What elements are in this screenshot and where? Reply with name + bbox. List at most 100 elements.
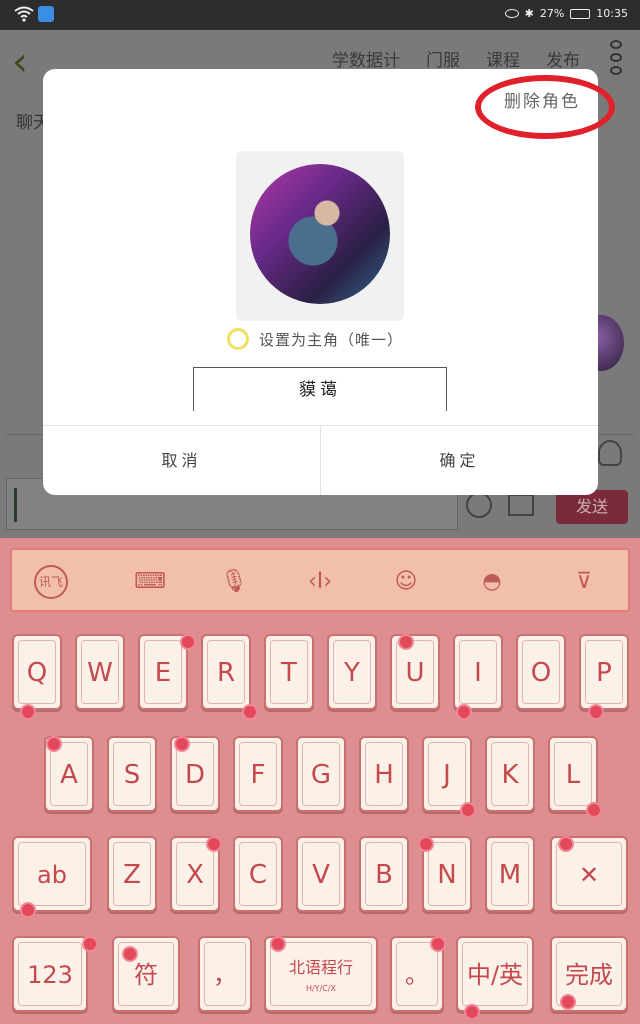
set-main-role-option[interactable]: 设置为主角（唯一） <box>227 327 403 351</box>
flower-decoration-icon <box>22 706 34 718</box>
top-nav: 学数据计 门服 课程 发布 <box>332 46 580 71</box>
key-label: H <box>374 760 394 790</box>
numbers-key[interactable]: 123 <box>12 936 88 1012</box>
key-g[interactable]: G <box>296 736 346 812</box>
flower-decoration-icon <box>462 804 474 816</box>
key-p[interactable]: P <box>579 634 629 710</box>
key-label: D <box>184 760 206 790</box>
bluetooth-icon: ✱ <box>524 7 534 20</box>
key-label: B <box>375 860 393 890</box>
symbols-key[interactable]: 符 <box>112 936 180 1012</box>
key-s[interactable]: S <box>107 736 157 812</box>
collapse-keyboard-icon[interactable]: ⊽ <box>562 560 606 604</box>
key-label: P <box>596 658 612 688</box>
key-label: 完成 <box>565 961 613 989</box>
key-label: ， <box>213 961 237 989</box>
avatar-picker[interactable] <box>236 151 404 321</box>
key-label: F <box>250 760 266 790</box>
key-u[interactable]: U <box>390 634 440 710</box>
cancel-button[interactable]: 取消 <box>43 426 320 495</box>
flower-decoration-icon <box>560 838 572 850</box>
emoji-icon[interactable]: ☺ <box>384 560 428 604</box>
key-label: N <box>437 860 457 890</box>
keyboard-icon[interactable]: ⌨ <box>128 560 172 604</box>
xunfei-logo-icon[interactable]: 讯飞 <box>34 565 68 599</box>
flower-decoration-icon <box>244 706 256 718</box>
key-w[interactable]: W <box>75 634 125 710</box>
role-name-input[interactable]: 貘蔼 <box>193 367 447 411</box>
key-v[interactable]: V <box>296 836 346 912</box>
space-sub-label: H/Y/C/X <box>305 984 337 993</box>
key-label: O <box>530 658 552 688</box>
send-button[interactable]: 发送 <box>556 490 628 524</box>
confirm-button[interactable]: 确定 <box>321 426 598 495</box>
key-m[interactable]: M <box>485 836 535 912</box>
key-label: C <box>248 860 268 890</box>
flower-decoration-icon <box>182 636 194 648</box>
key-label: E <box>154 658 172 688</box>
flower-decoration-icon <box>590 706 602 718</box>
ime-keyboard: 讯飞 ⌨ 🎙 ‹I› ☺ ◓ ⊽ Q W E R T Y U I O P A S D F G H J K Lab Z X… <box>0 538 640 1024</box>
key-label: R <box>216 658 236 688</box>
nav-item[interactable]: 门服 <box>426 46 460 71</box>
key-j[interactable]: J <box>422 736 472 812</box>
key-label: Y <box>344 658 360 688</box>
nav-item[interactable]: 发布 <box>546 46 580 71</box>
key-label: ✕ <box>578 861 600 889</box>
radio-label: 设置为主角（唯一） <box>259 330 404 349</box>
key-label: V <box>312 860 330 890</box>
key-label: W <box>87 658 113 688</box>
highlight-circle-annotation <box>475 75 615 139</box>
shift-key[interactable]: ab <box>12 836 92 912</box>
back-icon[interactable]: ‹ <box>12 42 28 82</box>
radio-button[interactable] <box>227 328 249 350</box>
key-b[interactable]: B <box>359 836 409 912</box>
key-label: 中/英 <box>466 961 524 989</box>
key-label: S <box>123 760 141 790</box>
comma-key[interactable]: ， <box>198 936 252 1012</box>
key-h[interactable]: H <box>359 736 409 812</box>
text-cursor <box>14 488 17 522</box>
nav-item[interactable]: 学数据计 <box>332 46 400 71</box>
battery-icon <box>570 8 591 19</box>
key-i[interactable]: I <box>453 634 503 710</box>
key-label: M <box>498 860 522 890</box>
flower-decoration-icon <box>562 996 574 1008</box>
flower-decoration-icon <box>84 938 96 950</box>
key-l[interactable]: L <box>548 736 598 812</box>
app-notification-icon <box>38 6 54 22</box>
key-z[interactable]: Z <box>107 836 157 912</box>
emoji-icon[interactable] <box>466 492 492 518</box>
cursor-move-icon[interactable]: ‹I› <box>298 560 342 604</box>
keyboard-toolbar: 讯飞 ⌨ 🎙 ‹I› ☺ ◓ ⊽ <box>10 548 630 612</box>
microphone-icon[interactable]: 🎙 <box>212 560 256 604</box>
language-switch-key[interactable]: 中/英 <box>456 936 534 1012</box>
flower-decoration-icon <box>458 706 470 718</box>
flower-decoration-icon <box>176 738 188 750</box>
key-c[interactable]: C <box>233 836 283 912</box>
key-e[interactable]: E <box>138 634 188 710</box>
key-label: I <box>474 658 482 688</box>
image-icon[interactable] <box>508 494 534 516</box>
key-label: K <box>501 760 519 790</box>
key-y[interactable]: Y <box>327 634 377 710</box>
flower-decoration-icon <box>466 1006 478 1018</box>
person-icon[interactable] <box>598 440 622 466</box>
key-label: G <box>310 760 332 790</box>
battery-percent: 27% <box>539 7 565 20</box>
key-label: J <box>443 760 451 790</box>
flower-decoration-icon <box>22 904 34 916</box>
key-t[interactable]: T <box>264 634 314 710</box>
skin-pig-icon[interactable]: ◓ <box>470 560 514 604</box>
key-f[interactable]: F <box>233 736 283 812</box>
flower-decoration-icon <box>48 738 60 750</box>
more-menu-icon[interactable] <box>610 40 626 79</box>
key-r[interactable]: R <box>201 634 251 710</box>
key-k[interactable]: K <box>485 736 535 812</box>
eye-icon <box>504 9 519 18</box>
key-o[interactable]: O <box>516 634 566 710</box>
key-q[interactable]: Q <box>12 634 62 710</box>
flower-decoration-icon <box>124 948 136 960</box>
flower-decoration-icon <box>208 838 220 850</box>
nav-item[interactable]: 课程 <box>486 46 520 71</box>
